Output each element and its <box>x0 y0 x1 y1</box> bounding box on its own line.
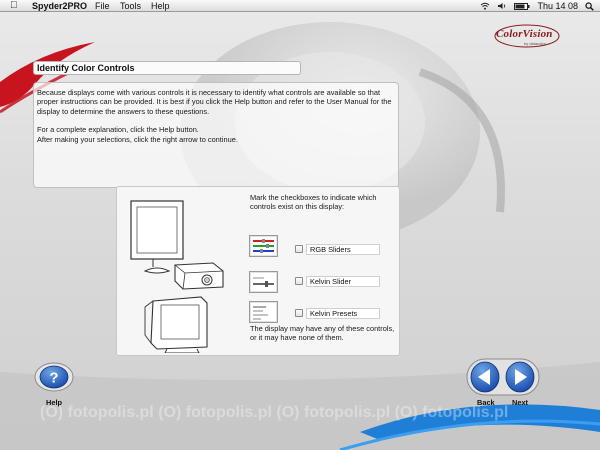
navigation-buttons <box>466 358 540 396</box>
next-label: Next <box>512 398 529 407</box>
help-label: Help <box>46 398 63 407</box>
colorvision-logo: ColorVision by datacolor <box>494 24 560 50</box>
kelvin-presets-option[interactable]: Kelvin Presets <box>295 307 380 319</box>
back-label: Back <box>477 398 495 407</box>
logo-sub-text: by datacolor <box>524 41 546 46</box>
kelvin-slider-thumbnail <box>249 271 278 293</box>
rgb-sliders-checkbox[interactable] <box>295 245 303 253</box>
svg-text:(O) fotopolis.pl (O) fotopolis: (O) fotopolis.pl (O) fotopolis.pl (O) fo… <box>40 404 508 421</box>
menu-file[interactable]: File <box>95 0 110 12</box>
controls-note: The display may have any of these contro… <box>250 324 395 342</box>
kelvin-slider-label[interactable]: Kelvin Slider <box>306 275 380 287</box>
instructions-paragraph: Because displays come with various contr… <box>37 88 392 116</box>
rgb-sliders-option[interactable]: RGB Sliders <box>295 243 380 255</box>
instructions-panel: Because displays come with various contr… <box>33 82 399 188</box>
apple-menu-icon[interactable]:  <box>10 0 18 12</box>
question-mark-icon: ? <box>49 370 58 387</box>
kelvin-slider-checkbox[interactable] <box>295 277 303 285</box>
kelvin-presets-label[interactable]: Kelvin Presets <box>306 307 380 319</box>
app-window: (O) fotopolis.pl (O) fotopolis.pl (O) fo… <box>0 12 600 450</box>
back-button[interactable] <box>470 361 500 393</box>
menu-tools[interactable]: Tools <box>120 0 141 12</box>
kelvin-presets-checkbox[interactable] <box>295 309 303 317</box>
menu-help[interactable]: Help <box>151 0 170 12</box>
spotlight-search-icon[interactable] <box>585 1 594 11</box>
displays-illustration <box>130 200 224 353</box>
instructions-continue-line: After making your selections, click the … <box>37 134 238 144</box>
controls-panel: Mark the checkboxes to indicate which co… <box>116 186 400 356</box>
logo-brand-text: ColorVision <box>496 28 553 40</box>
rgb-sliders-label[interactable]: RGB Sliders <box>306 243 380 255</box>
next-button[interactable] <box>505 361 535 393</box>
wifi-icon[interactable] <box>480 2 490 10</box>
rgb-sliders-thumbnail <box>249 235 278 257</box>
kelvin-presets-thumbnail <box>249 301 278 323</box>
volume-icon[interactable] <box>497 2 507 10</box>
kelvin-slider-option[interactable]: Kelvin Slider <box>295 275 380 287</box>
app-menu-name[interactable]: Spyder2PRO <box>32 0 87 12</box>
help-button[interactable]: ? <box>34 362 74 392</box>
menubar-clock[interactable]: Thu 14 08 <box>537 0 578 12</box>
mac-menubar:  Spyder2PRO File Tools Help Thu 14 08 <box>0 0 600 12</box>
battery-icon[interactable] <box>514 2 530 10</box>
controls-prompt: Mark the checkboxes to indicate which co… <box>250 193 377 211</box>
page-title: Identify Color Controls <box>33 61 301 75</box>
instructions-help-line: For a complete explanation, click the He… <box>37 125 199 135</box>
